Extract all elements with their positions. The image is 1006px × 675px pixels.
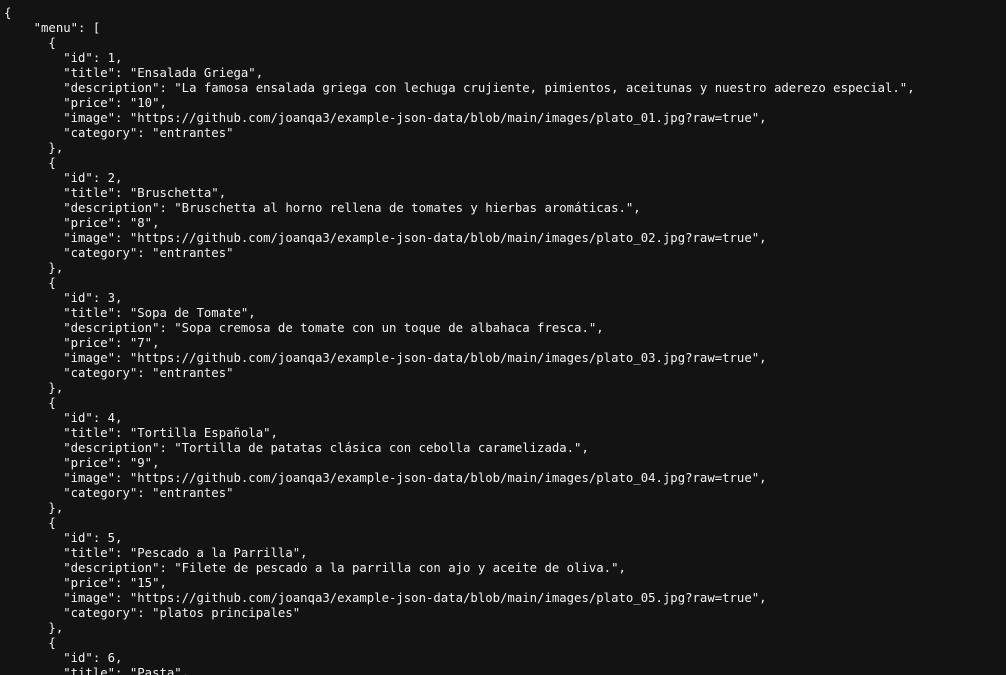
code-line: "title": "Pasta", [4,666,190,675]
code-line: "menu": [ [4,21,101,35]
code-line: "id": 1, [4,51,123,65]
code-line: { [4,156,56,170]
code-line: }, [4,621,64,635]
code-line: "id": 6, [4,651,123,665]
code-line: { [4,6,12,20]
code-line: "category": "entrantes" [4,486,234,500]
code-line: "price": "8", [4,216,160,230]
code-line: "image": "https://github.com/joanqa3/exa… [4,111,767,125]
code-line: "category": "entrantes" [4,246,234,260]
code-line: "image": "https://github.com/joanqa3/exa… [4,351,767,365]
code-line: "price": "9", [4,456,160,470]
code-line: }, [4,501,64,515]
code-line: "price": "10", [4,96,167,110]
code-line: "category": "entrantes" [4,126,234,140]
code-line: "category": "entrantes" [4,366,234,380]
code-line: "image": "https://github.com/joanqa3/exa… [4,231,767,245]
code-line: "title": "Sopa de Tomate", [4,306,256,320]
code-line: { [4,516,56,530]
code-line: "title": "Tortilla Española", [4,426,278,440]
code-line: "title": "Bruschetta", [4,186,227,200]
code-line: "price": "15", [4,576,167,590]
code-line: "description": "Tortilla de patatas clás… [4,441,589,455]
code-line: "category": "platos principales" [4,606,301,620]
code-line: "id": 4, [4,411,123,425]
code-line: "id": 2, [4,171,123,185]
code-line: { [4,636,56,650]
code-line: }, [4,141,64,155]
code-line: "description": "Filete de pescado a la p… [4,561,626,575]
code-line: "image": "https://github.com/joanqa3/exa… [4,471,767,485]
code-line: "price": "7", [4,336,160,350]
json-viewer: { "menu": [ { "id": 1, "title": "Ensalad… [0,0,1006,675]
code-line: { [4,276,56,290]
json-code: { "menu": [ { "id": 1, "title": "Ensalad… [0,0,1006,675]
code-line: "description": "Sopa cremosa de tomate c… [4,321,604,335]
code-line: { [4,36,56,50]
code-line: }, [4,261,64,275]
code-line: { [4,396,56,410]
code-line: "description": "Bruschetta al horno rell… [4,201,641,215]
code-line: "id": 5, [4,531,123,545]
code-line: }, [4,381,64,395]
code-line: "description": "La famosa ensalada grieg… [4,81,915,95]
code-line: "title": "Ensalada Griega", [4,66,264,80]
code-line: "image": "https://github.com/joanqa3/exa… [4,591,767,605]
code-line: "title": "Pescado a la Parrilla", [4,546,308,560]
code-line: "id": 3, [4,291,123,305]
